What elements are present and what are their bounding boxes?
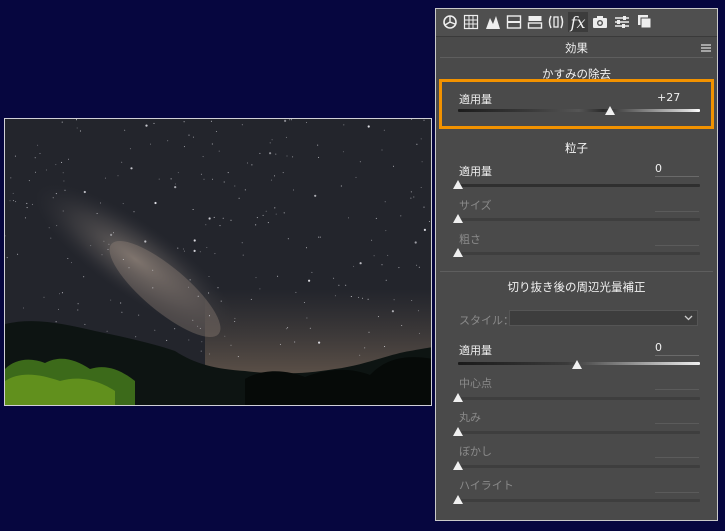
presets-icon[interactable]: [612, 12, 632, 32]
chevron-down-icon: [684, 315, 693, 321]
vignette-highlights-value: [655, 478, 699, 493]
vignette-highlights-thumb: [453, 495, 463, 504]
vignette-feather-thumb: [453, 461, 463, 470]
lens-corrections-icon[interactable]: [546, 12, 566, 32]
vignette-highlights-slider: [458, 499, 700, 502]
grain-size-thumb: [453, 214, 463, 223]
grain-amount-slider[interactable]: [458, 184, 700, 187]
vignette-style-dropdown[interactable]: [509, 310, 698, 326]
dehaze-highlight-box: [439, 79, 714, 129]
vignette-midpoint-label: 中心点: [459, 377, 492, 390]
divider: [440, 271, 713, 272]
panel-menu-icon[interactable]: [701, 42, 711, 52]
grain-roughness-value: [655, 231, 699, 246]
vignette-amount-label: 適用量: [459, 344, 492, 357]
vignette-roundness-value: [655, 409, 699, 424]
grain-amount-label: 適用量: [459, 165, 492, 178]
vignette-roundness-slider: [458, 431, 700, 434]
vignette-feather-value: [655, 443, 699, 458]
panel-tabs: fx: [436, 9, 717, 37]
effects-icon[interactable]: fx: [568, 12, 588, 32]
vignette-roundness-thumb: [453, 427, 463, 436]
vignette-feather-slider: [458, 465, 700, 468]
grain-size-slider: [458, 218, 700, 221]
detail-icon[interactable]: [483, 12, 503, 32]
vignette-section-title: 切り抜き後の周辺光量補正: [507, 280, 646, 294]
vignette-style-label: スタイル：: [459, 314, 514, 327]
vignette-roundness-label: 丸み: [459, 411, 481, 424]
snapshots-icon[interactable]: [635, 12, 655, 32]
grain-amount-thumb[interactable]: [453, 180, 463, 189]
vignette-amount-thumb[interactable]: [572, 360, 582, 369]
camera-calibration-icon[interactable]: [590, 12, 610, 32]
grain-section-title: 粒子: [565, 141, 588, 155]
grain-size-value: [655, 197, 699, 212]
grain-roughness-slider: [458, 252, 700, 255]
grain-roughness-thumb: [453, 248, 463, 257]
milky-way-photo: [4, 118, 432, 406]
vignette-midpoint-thumb: [453, 393, 463, 402]
vignette-amount-value[interactable]: 0: [655, 341, 699, 356]
vignette-highlights-label: ハイライト: [459, 479, 514, 492]
grain-roughness-label: 粗さ: [459, 233, 481, 246]
vignette-feather-label: ぼかし: [459, 445, 492, 458]
basic-panel-icon[interactable]: [440, 12, 460, 32]
divider: [440, 57, 713, 58]
tone-curve-icon[interactable]: [461, 12, 481, 32]
vignette-midpoint-slider: [458, 397, 700, 400]
panel-title: 効果: [565, 41, 588, 55]
grain-amount-value[interactable]: 0: [655, 162, 699, 177]
split-toning-icon[interactable]: [525, 12, 545, 32]
vignette-midpoint-value: [655, 375, 699, 390]
grain-size-label: サイズ: [459, 199, 492, 212]
hsl-icon[interactable]: [504, 12, 524, 32]
